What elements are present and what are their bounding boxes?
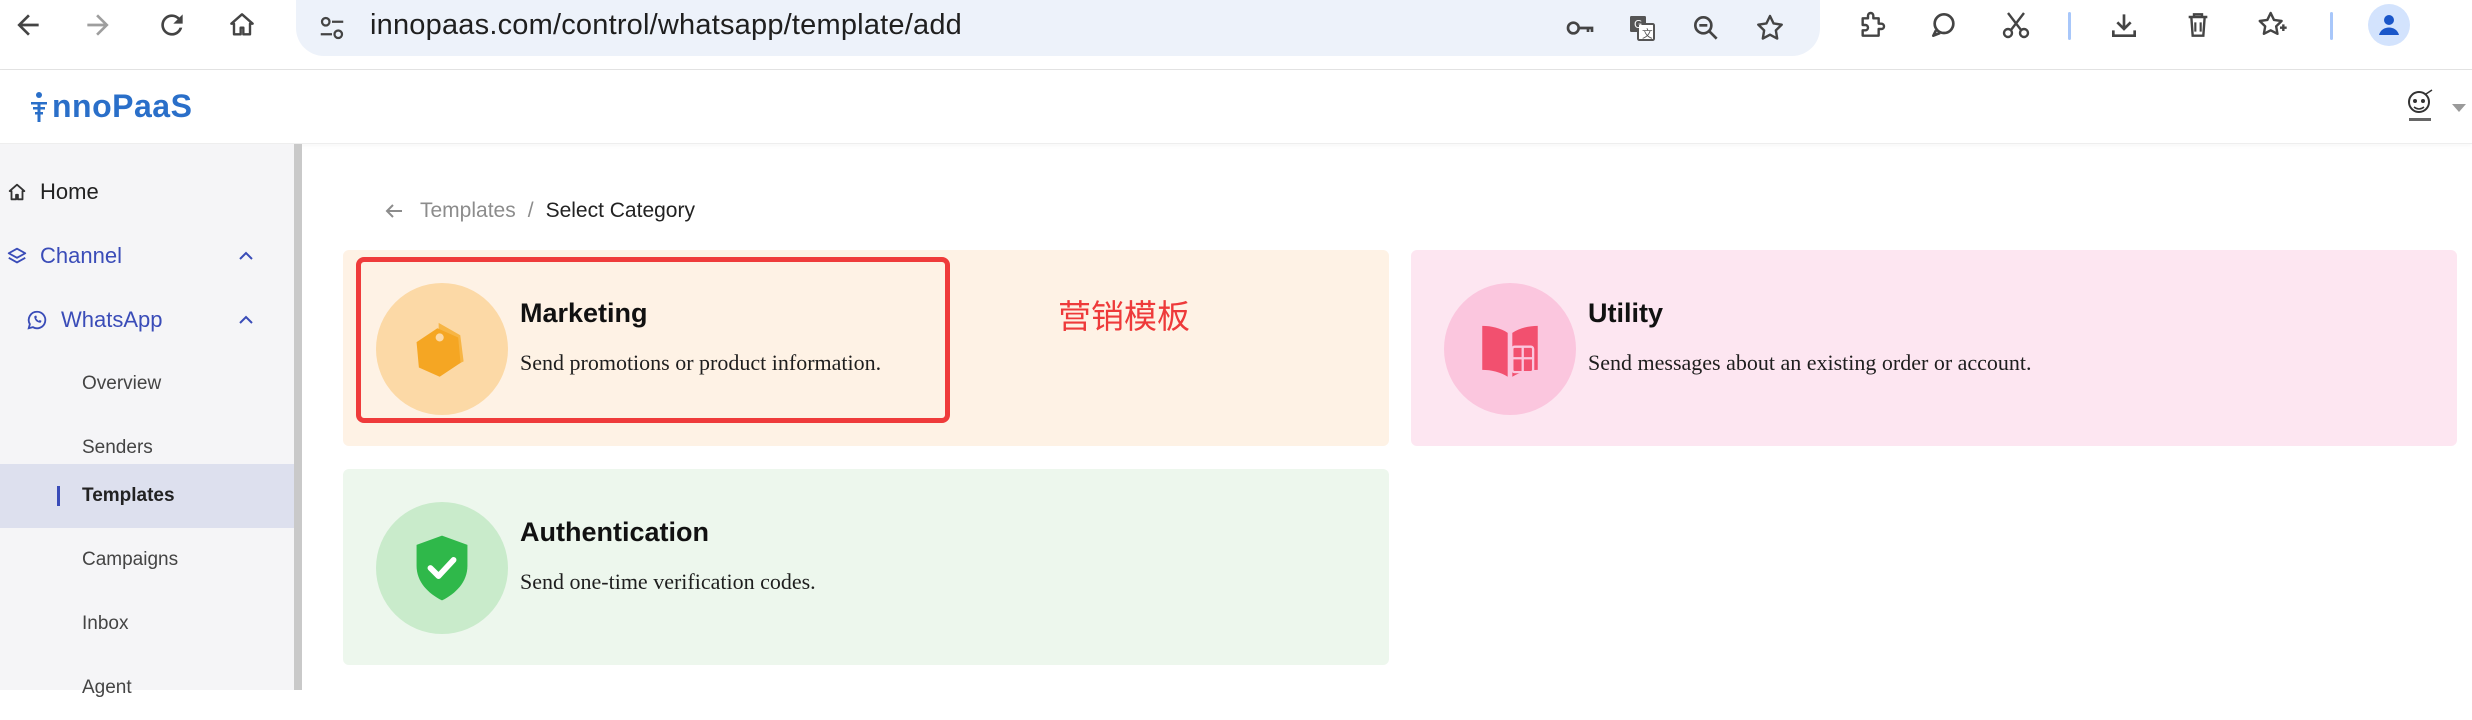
bookmarks-star-icon[interactable] — [2250, 0, 2294, 50]
sidebar-item-home[interactable]: Home — [0, 160, 294, 224]
breadcrumb-link-templates[interactable]: Templates — [420, 199, 516, 223]
sidebar-subitem-campaigns[interactable]: Campaigns — [0, 528, 294, 592]
active-indicator — [57, 486, 60, 506]
sidebar-scrollbar[interactable] — [294, 144, 302, 690]
annotation-label: 营销模板 — [1058, 297, 1190, 336]
profile-avatar-icon[interactable] — [2368, 4, 2410, 46]
logo[interactable]: nnoPaaS — [28, 88, 192, 125]
annotation-highlight-box — [356, 257, 950, 423]
chevron-up-icon — [239, 251, 253, 260]
address-bar[interactable]: innopaas.com/control/whatsapp/template/a… — [296, 0, 1820, 56]
sidebar-subitem-templates[interactable]: Templates — [0, 464, 294, 528]
app-header: nnoPaaS — [0, 70, 2472, 144]
card-title: Utility — [1588, 298, 1664, 328]
chevron-up-icon — [239, 315, 253, 324]
search-bubble-icon[interactable] — [1922, 0, 1966, 50]
site-info-icon[interactable] — [314, 10, 350, 46]
card-description: Send messages about an existing order or… — [1588, 350, 2032, 375]
category-card-authentication[interactable]: Authentication Send one-time verificatio… — [343, 469, 1389, 665]
card-description: Send one-time verification codes. — [520, 569, 816, 594]
category-card-utility[interactable]: Utility Send messages about an existing … — [1411, 250, 2457, 446]
whatsapp-icon — [27, 310, 47, 330]
back-arrow-icon[interactable] — [382, 199, 406, 223]
scissors-icon[interactable] — [1994, 0, 2038, 50]
sidebar-subitem-agent[interactable]: Agent — [0, 656, 294, 720]
card-title: Authentication — [520, 517, 709, 547]
sidebar-subitem-overview[interactable]: Overview — [0, 352, 294, 416]
sidebar: Home Channel WhatsApp Overview Senders T… — [0, 144, 302, 698]
card-icon-circle — [376, 502, 508, 634]
sidebar-subitem-label: Senders — [82, 437, 153, 458]
key-icon[interactable] — [1558, 6, 1602, 50]
svg-text:文: 文 — [1642, 27, 1653, 40]
sidebar-subitem-label: Overview — [82, 373, 162, 394]
logo-text: nnoPaaS — [52, 88, 193, 124]
sidebar-item-channel[interactable]: Channel — [0, 224, 294, 288]
sidebar-subitem-label: Inbox — [82, 613, 129, 634]
card-icon-circle — [1444, 283, 1576, 415]
layers-icon — [7, 247, 27, 264]
extensions-icon[interactable] — [1850, 0, 1894, 50]
home-icon — [8, 183, 26, 201]
forward-arrow-icon[interactable] — [76, 0, 120, 50]
trash-icon[interactable] — [2176, 0, 2220, 50]
breadcrumb-current: Select Category — [545, 199, 695, 222]
zoom-out-icon[interactable] — [1684, 6, 1728, 50]
sidebar-item-label: Home — [40, 179, 99, 204]
sidebar-subitem-label: Campaigns — [82, 549, 179, 570]
toolbar-divider — [2068, 12, 2071, 40]
user-menu-icon[interactable] — [2404, 88, 2438, 128]
breadcrumb-separator: / — [527, 199, 534, 222]
sidebar-subitem-inbox[interactable]: Inbox — [0, 592, 294, 656]
translate-icon[interactable]: G文 — [1620, 6, 1664, 50]
logo-mark-icon — [31, 91, 47, 122]
url-text[interactable]: innopaas.com/control/whatsapp/template/a… — [370, 9, 962, 42]
sidebar-item-whatsapp[interactable]: WhatsApp — [0, 288, 294, 352]
shield-check-icon — [416, 535, 468, 601]
download-icon[interactable] — [2102, 0, 2146, 50]
toolbar-divider — [2330, 12, 2333, 40]
browser-toolbar: innopaas.com/control/whatsapp/template/a… — [0, 0, 2472, 70]
book-icon — [1482, 325, 1538, 377]
user-menu-caret-icon[interactable] — [2452, 104, 2466, 112]
reload-icon[interactable] — [150, 0, 194, 50]
sidebar-subitem-label: Agent — [82, 677, 132, 698]
home-icon[interactable] — [220, 0, 264, 50]
sidebar-item-label: Channel — [40, 243, 122, 268]
sidebar-item-label: WhatsApp — [61, 307, 163, 332]
bookmark-star-icon[interactable] — [1748, 6, 1792, 50]
sidebar-subitem-label: Templates — [82, 485, 175, 506]
breadcrumb: Templates / Select Category — [382, 196, 695, 226]
back-arrow-icon[interactable] — [6, 0, 50, 50]
